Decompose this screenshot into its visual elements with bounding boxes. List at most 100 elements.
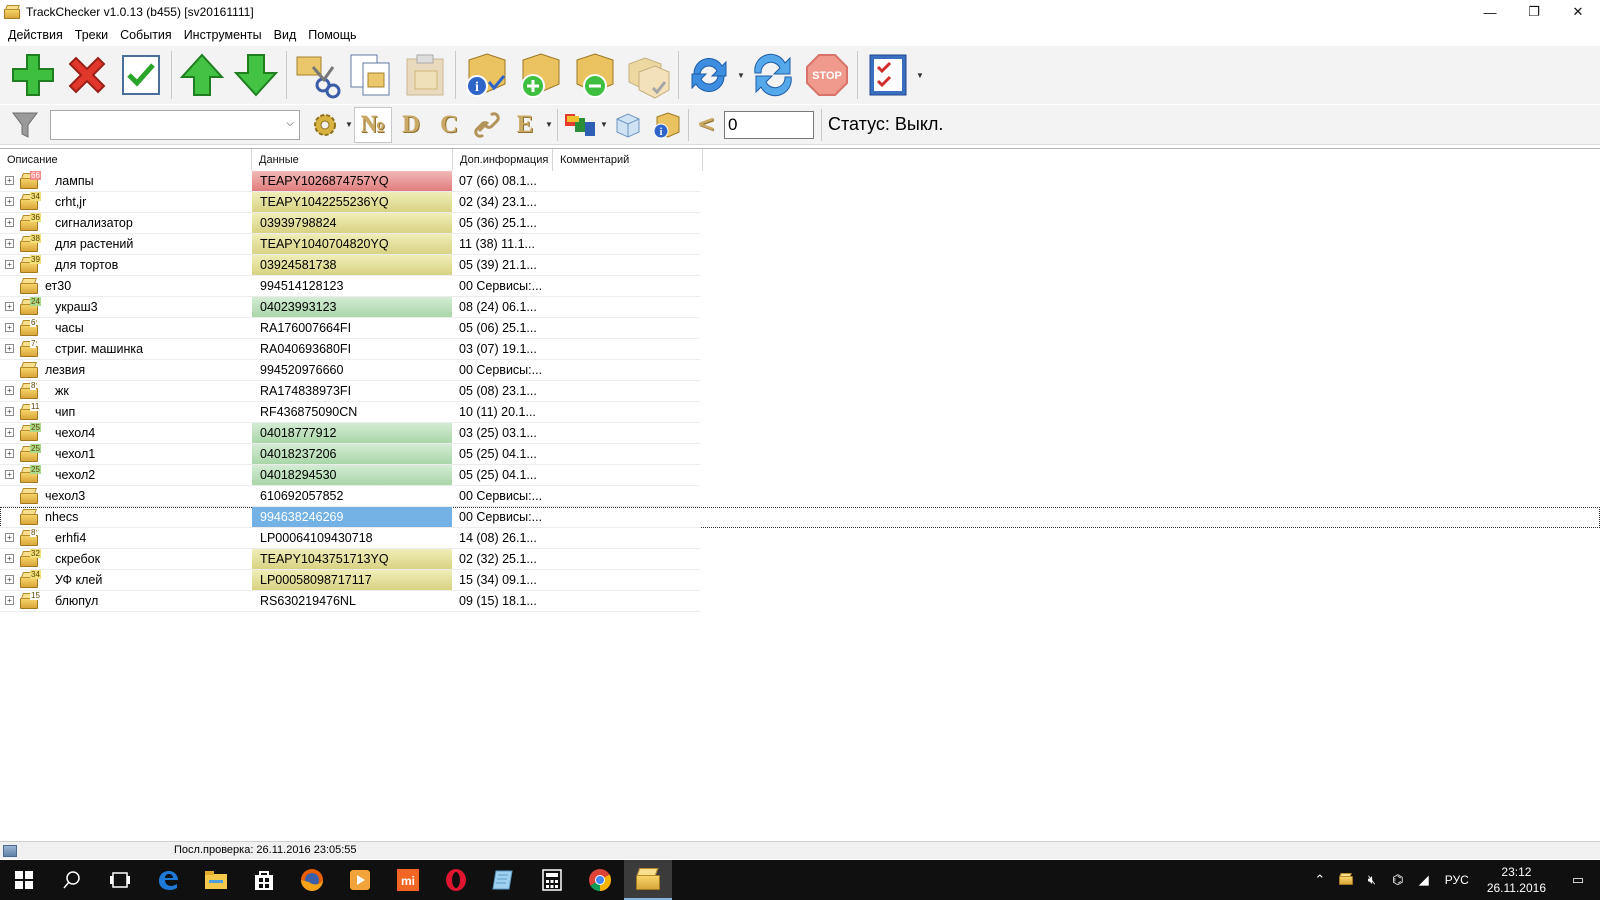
table-row[interactable]: +25 чехол4 04018777912 03 (25) 03.1... [0,423,1600,444]
parcel-button[interactable] [609,107,647,143]
expand-icon[interactable]: + [5,302,14,311]
link-button[interactable] [468,107,506,143]
chevron-down-icon[interactable]: ⌵ [283,118,297,132]
table-row[interactable]: +39 для тортов 03924581738 05 (39) 21.1... [0,255,1600,276]
tracks-tree[interactable]: Описание Данные Доп.информация Комментар… [0,148,1600,841]
table-row[interactable]: +8 erhfi4 LP00064109430718 14 (08) 26.1... [0,528,1600,549]
close-button[interactable]: ✕ [1556,0,1600,24]
task-view-button[interactable] [96,860,144,900]
restore-button[interactable]: ❐ [1512,0,1556,24]
checklist-button[interactable] [861,48,915,102]
table-row[interactable]: +24 украш3 04023993123 08 (24) 06.1... [0,297,1600,318]
add-track-button[interactable] [6,48,60,102]
filter-combobox[interactable]: ⌵ [50,109,300,140]
expand-icon[interactable]: + [5,323,14,332]
wifi-icon[interactable]: ◢ [1413,872,1435,888]
expand-icon[interactable]: + [5,554,14,563]
expand-icon[interactable]: + [5,176,14,185]
flags-dropdown-icon[interactable]: ▼ [599,120,609,129]
expand-icon[interactable]: + [5,344,14,353]
notifications-icon[interactable]: ▭ [1558,872,1598,888]
sort-d-button[interactable]: D [392,107,430,143]
expand-icon[interactable]: + [5,386,14,395]
explorer-button[interactable] [192,860,240,900]
refresh-dropdown-icon[interactable]: ▼ [736,71,746,80]
table-row[interactable]: +36 сигнализатор 03939798824 05 (36) 25.1..… [0,213,1600,234]
table-row[interactable]: +25 чехол2 04018294530 05 (25) 04.1... [0,465,1600,486]
table-row[interactable]: чехол3 610692057852 00 Сервисы:... [0,486,1600,507]
table-row[interactable]: +38 для растений TEAPY1040704820YQ 11 (38) … [0,234,1600,255]
table-row[interactable]: nhecs 994638246269 00 Сервисы:... [0,507,1600,528]
mi-button[interactable]: mi [384,860,432,900]
expand-icon[interactable]: + [5,218,14,227]
flags-button[interactable] [561,107,599,143]
minimize-button[interactable]: — [1468,0,1512,24]
search-button[interactable] [48,860,96,900]
expand-icon[interactable]: + [5,449,14,458]
column-data[interactable]: Данные [252,149,453,171]
language-indicator[interactable]: РУС [1445,873,1469,887]
remove-package-button[interactable] [567,48,621,102]
mark-read-button[interactable] [114,48,168,102]
firefox-button[interactable] [288,860,336,900]
start-button[interactable] [0,860,48,900]
expand-icon[interactable]: + [5,239,14,248]
table-row[interactable]: +34 УФ клей LP00058098717117 15 (34) 09.1..… [0,570,1600,591]
menu-actions[interactable]: Действия [4,28,67,42]
expand-icon[interactable]: + [5,197,14,206]
days-count-input[interactable]: 0 [724,110,814,139]
sort-e-button[interactable]: E [506,107,544,143]
expand-icon[interactable]: + [5,470,14,479]
sort-number-button[interactable]: № [354,106,392,143]
parcel-info-button[interactable]: i [647,107,685,143]
move-up-button[interactable] [175,48,229,102]
menu-tracks[interactable]: Треки [71,28,112,42]
trackchecker-taskbar-button[interactable] [624,860,672,900]
letter-dropdown-icon[interactable]: ▼ [544,120,554,129]
settings-button[interactable] [306,107,344,143]
table-row[interactable]: +8 жк RA174838973FI 05 (08) 23.1... [0,381,1600,402]
table-row[interactable]: +7 стриг. машинка RA040693680FI 03 (07) 19.… [0,339,1600,360]
less-than-button[interactable]: < [692,107,720,143]
edge-button[interactable] [144,860,192,900]
sort-c-button[interactable]: C [430,107,468,143]
settings-dropdown-icon[interactable]: ▼ [344,120,354,129]
network-icon[interactable]: ⌬ [1387,872,1409,888]
volume-muted-icon[interactable]: 🔇︎ [1361,872,1383,888]
filter-button[interactable] [6,107,44,143]
delete-track-button[interactable] [60,48,114,102]
column-comment[interactable]: Комментарий [553,149,703,171]
notepad-button[interactable] [480,860,528,900]
column-info[interactable]: Доп.информация [453,149,553,171]
chevron-up-icon[interactable]: ⌃ [1309,872,1331,888]
table-row[interactable]: +25 чехол1 04018237206 05 (25) 04.1... [0,444,1600,465]
column-description[interactable]: Описание [0,149,252,171]
packages-button[interactable] [621,48,675,102]
stop-button[interactable]: STOP [800,48,854,102]
table-row[interactable]: лезвия 994520976660 00 Сервисы:... [0,360,1600,381]
add-package-button[interactable] [513,48,567,102]
checklist-dropdown-icon[interactable]: ▼ [915,71,925,80]
menu-view[interactable]: Вид [270,28,301,42]
expand-icon[interactable]: + [5,260,14,269]
trackchecker-tray-icon[interactable] [1335,872,1357,888]
opera-button[interactable] [432,860,480,900]
paste-button[interactable] [398,48,452,102]
table-row[interactable]: ет30 994514128123 00 Сервисы:... [0,276,1600,297]
table-row[interactable]: +34 crht,jr TEAPY1042255236YQ 02 (34) 23.1.… [0,192,1600,213]
table-row[interactable]: +15 блюпул RS630219476NL 09 (15) 18.1... [0,591,1600,612]
table-row[interactable]: +66 лампы TEAPY1026874757YQ 07 (66) 08.1... [0,171,1600,192]
copy-button[interactable] [344,48,398,102]
cut-button[interactable] [290,48,344,102]
refresh-all-button[interactable] [746,48,800,102]
table-row[interactable]: +11 чип RF436875090CN 10 (11) 20.1... [0,402,1600,423]
expand-icon[interactable]: + [5,533,14,542]
menu-help[interactable]: Помощь [304,28,360,42]
expand-icon[interactable]: + [5,428,14,437]
menu-tools[interactable]: Инструменты [180,28,266,42]
clock[interactable]: 23:12 26.11.2016 [1487,864,1546,896]
store-button[interactable] [240,860,288,900]
table-row[interactable]: +6 часы RA176007664FI 05 (06) 25.1... [0,318,1600,339]
refresh-button[interactable] [682,48,736,102]
expand-icon[interactable]: + [5,575,14,584]
